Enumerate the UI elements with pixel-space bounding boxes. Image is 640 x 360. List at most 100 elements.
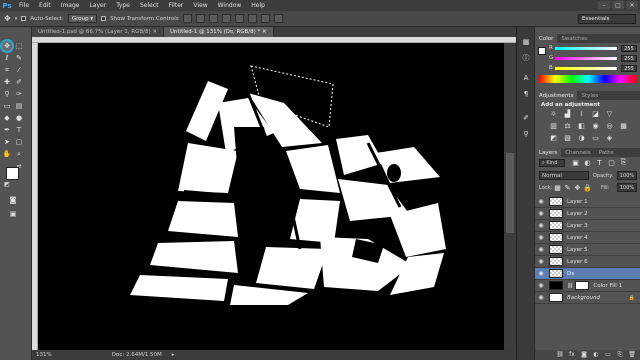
align-right-button[interactable] <box>247 14 257 23</box>
paragraph-panel-icon[interactable]: ¶ <box>521 89 531 99</box>
visibility-eye-icon[interactable]: ◉ <box>535 222 547 229</box>
layer-row-background[interactable]: ◉ Background 🔒 <box>535 292 640 304</box>
eraser-tool-icon[interactable]: ▭ <box>2 101 12 111</box>
menu-image[interactable]: Image <box>56 2 85 9</box>
align-left-button[interactable] <box>221 14 231 23</box>
color-foreground-swatch[interactable] <box>538 47 546 55</box>
document-canvas[interactable] <box>38 43 504 350</box>
align-center-button[interactable] <box>234 14 244 23</box>
visibility-eye-icon[interactable]: ◉ <box>535 258 547 265</box>
link-layers-icon[interactable]: ⛓ <box>555 350 565 359</box>
auto-select-checkbox[interactable] <box>21 16 27 21</box>
shape-tool-icon[interactable]: ▢ <box>14 137 24 147</box>
hue-saturation-icon[interactable]: ▥ <box>549 121 558 130</box>
menu-filter[interactable]: Filter <box>164 2 189 9</box>
color-balance-icon[interactable]: ⚖ <box>563 121 572 130</box>
visibility-eye-icon[interactable]: ◉ <box>535 270 547 277</box>
scroll-thumb[interactable] <box>506 153 514 233</box>
tab-layers[interactable]: Layers <box>535 148 562 157</box>
lock-image-icon[interactable]: ✎ <box>563 183 572 192</box>
tab-color[interactable]: Color <box>535 34 558 43</box>
close-button[interactable]: ✕ <box>626 1 638 9</box>
exposure-icon[interactable]: ◪ <box>591 109 600 118</box>
visibility-eye-icon[interactable]: ◉ <box>535 234 547 241</box>
character-panel-icon[interactable]: A <box>521 73 531 83</box>
photo-filter-icon[interactable]: ◉ <box>591 121 600 130</box>
tab-adjustments[interactable]: Adjustments <box>535 91 578 100</box>
quick-mask-icon[interactable]: ◙ <box>8 195 18 205</box>
threshold-icon[interactable]: ◑ <box>577 133 586 142</box>
channel-mixer-icon[interactable]: ◎ <box>605 121 614 130</box>
tab-untitled-psd[interactable]: Untitled-1.psd @ 66.7% (Layer 1, RGB/8) … <box>32 27 164 37</box>
black-white-icon[interactable]: ◧ <box>577 121 586 130</box>
color-spectrum-bar[interactable] <box>539 75 637 83</box>
vertical-scrollbar[interactable] <box>504 43 516 350</box>
quick-select-tool-icon[interactable]: ✎ <box>14 53 24 63</box>
minimize-button[interactable]: – <box>598 1 610 9</box>
move-tool-icon[interactable]: ✥ <box>2 41 12 51</box>
crop-tool-icon[interactable]: ⌗ <box>2 65 12 75</box>
auto-select-dropdown[interactable]: Group ▾ <box>67 14 98 23</box>
gradient-tool-icon[interactable]: ▤ <box>14 101 24 111</box>
layer-row-layer-1[interactable]: ◉ Layer 1 <box>535 196 640 208</box>
filter-type-icon[interactable]: T <box>595 158 604 167</box>
channel-b-value[interactable]: 255 <box>621 65 637 72</box>
filter-adjustment-icon[interactable]: ◐ <box>583 158 592 167</box>
filter-smart-icon[interactable]: ⎘ <box>619 158 628 167</box>
channel-r-value[interactable]: 255 <box>621 45 637 52</box>
clone-panel-icon[interactable]: ⚲ <box>521 129 531 139</box>
show-transform-checkbox[interactable] <box>101 16 107 21</box>
menu-type[interactable]: Type <box>111 2 135 9</box>
tab-swatches[interactable]: Swatches <box>557 34 591 43</box>
tab-paths[interactable]: Paths <box>595 148 618 157</box>
brush-tool-icon[interactable]: ✐ <box>14 77 24 87</box>
channel-b-slider[interactable] <box>555 67 617 70</box>
align-middle-button[interactable] <box>195 14 205 23</box>
new-group-icon[interactable]: ▭ <box>603 350 613 359</box>
preset-dropdown-icon[interactable]: ▾ <box>15 16 18 22</box>
layer-row-layer-3[interactable]: ◉ Layer 3 <box>535 220 640 232</box>
filter-shape-icon[interactable]: ▢ <box>607 158 616 167</box>
align-bottom-button[interactable] <box>208 14 218 23</box>
filter-pixel-icon[interactable]: ▣ <box>571 158 580 167</box>
maximize-button[interactable]: □ <box>612 1 624 9</box>
add-mask-icon[interactable]: ◙ <box>579 350 589 359</box>
stamp-tool-icon[interactable]: ⚲ <box>2 89 12 99</box>
hand-tool-icon[interactable]: ✋ <box>2 149 12 159</box>
align-top-button[interactable] <box>182 14 192 23</box>
layer-row-ds[interactable]: ◉ Ds <box>535 268 640 280</box>
layer-row-layer-5[interactable]: ◉ Layer 5 <box>535 244 640 256</box>
layer-row-layer-4[interactable]: ◉ Layer 4 <box>535 232 640 244</box>
marquee-tool-icon[interactable]: ⬚ <box>14 41 24 51</box>
menu-layer[interactable]: Layer <box>84 2 111 9</box>
new-layer-icon[interactable]: ⎘ <box>615 350 625 359</box>
zoom-tool-icon[interactable]: ⌕ <box>14 149 24 159</box>
visibility-eye-icon[interactable]: ◉ <box>535 198 547 205</box>
brightness-contrast-icon[interactable]: ☼ <box>549 109 558 118</box>
move-tool-preset-icon[interactable]: ✥ <box>4 14 11 23</box>
channel-r-slider[interactable] <box>555 47 617 50</box>
levels-icon[interactable]: ▟ <box>563 109 572 118</box>
layer-style-icon[interactable]: fx <box>567 350 577 359</box>
tab-channels[interactable]: Channels <box>561 148 594 157</box>
vibrance-icon[interactable]: ▽ <box>605 109 614 118</box>
layer-row-layer-2[interactable]: ◉ Layer 2 <box>535 208 640 220</box>
opacity-input[interactable]: 100% <box>617 171 637 180</box>
visibility-eye-icon[interactable]: ◉ <box>535 294 547 301</box>
menu-file[interactable]: File <box>14 2 34 9</box>
zoom-level[interactable]: 131% <box>36 352 52 358</box>
layer-row-layer-6[interactable]: ◉ Layer 6 <box>535 256 640 268</box>
posterize-icon[interactable]: ▧ <box>563 133 572 142</box>
3d-mode-button[interactable] <box>273 14 283 23</box>
layer-filter-dropdown[interactable]: ⌕ Kind <box>539 159 565 167</box>
screen-mode-icon[interactable]: ▣ <box>8 209 18 219</box>
workspace-dropdown[interactable]: Essentials <box>578 14 636 24</box>
lock-all-icon[interactable]: 🔒 <box>583 183 592 192</box>
visibility-eye-icon[interactable]: ◉ <box>535 246 547 253</box>
tab-untitled-1[interactable]: Untitled-1 @ 131% (Ds, RGB/8) * ✕ <box>164 27 274 37</box>
lock-transparent-icon[interactable]: ▦ <box>553 183 562 192</box>
curves-icon[interactable]: ⌇ <box>577 109 586 118</box>
dodge-tool-icon[interactable]: ● <box>14 113 24 123</box>
status-arrow-icon[interactable]: ▸ <box>172 352 175 358</box>
visibility-eye-icon[interactable]: ◉ <box>535 210 547 217</box>
